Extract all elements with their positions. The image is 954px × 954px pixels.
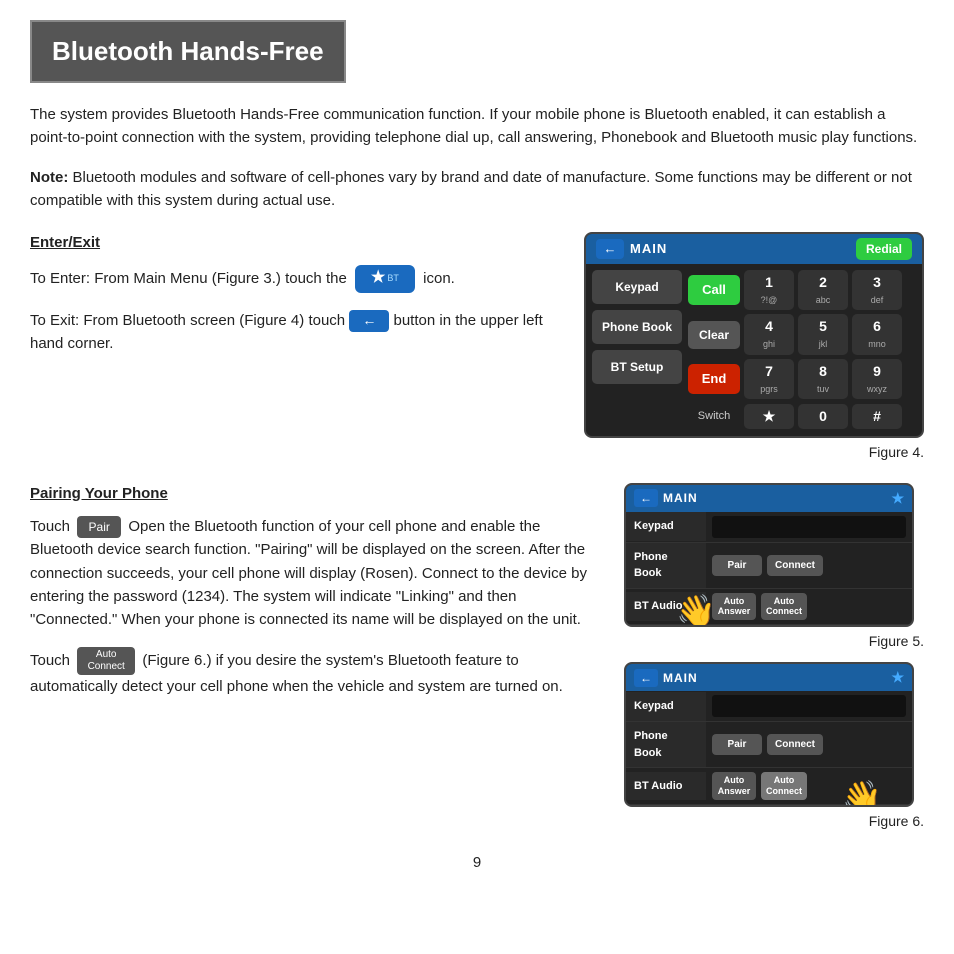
fig6-keypad-label: Keypad: [626, 692, 706, 721]
fig4-clear-btn[interactable]: Clear: [688, 321, 740, 349]
pairing-text: Touch Pair Open the Bluetooth function o…: [30, 515, 604, 631]
fig4-key-star[interactable]: ★: [744, 404, 794, 429]
exit-text1: To Exit: From Bluetooth screen (Figure 4…: [30, 312, 345, 329]
figure6-screen: ← MAIN ★ Keypad Phone Book: [624, 662, 914, 807]
fig5-back-arrow: ←: [634, 489, 658, 507]
fig4-key-hash[interactable]: #: [852, 404, 902, 429]
fig5-phonebook-row: Phone Book Pair Connect: [626, 543, 912, 589]
fig4-main-label: MAIN: [630, 239, 667, 259]
note-text: Bluetooth modules and software of cell-p…: [30, 169, 912, 209]
fig5-phonebook-content: Pair Connect: [706, 551, 912, 580]
fig5-keypad-label: Keypad: [626, 512, 706, 541]
fig4-key3[interactable]: 3def: [852, 270, 902, 310]
fig6-main-label: MAIN: [663, 669, 698, 687]
enter-text: To Enter: From Main Menu (Figure 3.) tou…: [30, 265, 564, 293]
fig4-key0[interactable]: 0: [798, 404, 848, 429]
fig4-btsetup-btn[interactable]: BT Setup: [592, 350, 682, 384]
fig4-key1[interactable]: 1?!@: [744, 270, 794, 310]
note-para: Note: Bluetooth modules and software of …: [30, 166, 924, 213]
fig4-topbar: ← MAIN Redial: [586, 234, 922, 264]
fig4-row2: Clear 4ghi 5jkl 6mno: [688, 314, 916, 354]
fig4-key7[interactable]: 7pgrs: [744, 359, 794, 399]
fig4-key2[interactable]: 2abc: [798, 270, 848, 310]
pairing-text1: Touch: [30, 518, 70, 535]
fig6-connect-btn[interactable]: Connect: [767, 734, 823, 755]
bt-icon-button: ★ BT: [355, 265, 415, 293]
autoconnect-text: Touch AutoConnect (Figure 6.) if you des…: [30, 647, 604, 698]
fig4-key9[interactable]: 9wxyz: [852, 359, 902, 399]
bt-label: BT: [387, 272, 399, 286]
fig6-pair-btn[interactable]: Pair: [712, 734, 762, 755]
fig5-btaudio-row: BT Audio AutoAnswer AutoConnect: [626, 589, 912, 626]
fig6-autoanswer-btn[interactable]: AutoAnswer: [712, 772, 756, 800]
fig4-switch-btn[interactable]: Switch: [688, 403, 740, 430]
fig6-keypad-content: [706, 691, 912, 721]
fig4-key8[interactable]: 8tuv: [798, 359, 848, 399]
fig4-key6[interactable]: 6mno: [852, 314, 902, 354]
fig6-keypad-row: Keypad: [626, 691, 912, 722]
fig4-left-buttons: Keypad Phone Book BT Setup: [592, 270, 682, 430]
fig5-bt-indicator: ★: [891, 488, 904, 509]
back-button-inline: ←: [349, 310, 389, 332]
fig4-caption: Figure 4.: [584, 442, 924, 463]
fig6-bt-indicator: ★: [891, 667, 904, 688]
enter-text2: icon.: [423, 269, 455, 286]
fig4-keypad-btn[interactable]: Keypad: [592, 270, 682, 304]
fig6-phonebook-row: Phone Book Pair Connect: [626, 722, 912, 768]
bluetooth-symbol: ★: [371, 266, 385, 291]
fig6-autoconnect-btn[interactable]: AutoConnect: [761, 772, 807, 800]
fig4-phonebook-btn[interactable]: Phone Book: [592, 310, 682, 344]
fig4-row1: Call 1?!@ 2abc 3def: [688, 270, 916, 310]
fig5-caption: Figure 5.: [624, 631, 924, 652]
figure5-screen: ← MAIN ★ Keypad Phone Book: [624, 483, 914, 628]
fig4-numpad: Call 1?!@ 2abc 3def Clear 4ghi 5jkl 6mno: [688, 270, 916, 430]
fig5-display: [712, 516, 906, 538]
fig5-autoconnect-btn[interactable]: AutoConnect: [761, 593, 807, 621]
fig5-hand-pointer: 👋: [676, 587, 716, 627]
fig4-body: Keypad Phone Book BT Setup Call 1?!@ 2ab…: [586, 264, 922, 436]
fig6-phonebook-label: Phone Book: [626, 722, 706, 767]
autoconnect-btn-inline[interactable]: AutoConnect: [77, 647, 135, 675]
fig5-keypad-row: Keypad: [626, 512, 912, 543]
exit-text: To Exit: From Bluetooth screen (Figure 4…: [30, 309, 564, 356]
fig5-btaudio-content: AutoAnswer AutoConnect: [706, 589, 912, 625]
fig5-body: Keypad Phone Book Pair Connect: [626, 512, 912, 626]
page-title: Bluetooth Hands-Free: [30, 20, 346, 83]
fig4-back-arrow: ←: [596, 239, 624, 259]
fig5-topbar: ← MAIN ★: [626, 485, 912, 512]
fig6-back-arrow: ←: [634, 669, 658, 687]
fig6-btaudio-label: BT Audio: [626, 772, 706, 801]
fig4-key4[interactable]: 4ghi: [744, 314, 794, 354]
pair-btn-inline[interactable]: Pair: [77, 516, 121, 538]
fig4-end-btn[interactable]: End: [688, 364, 740, 394]
note-label: Note:: [30, 169, 68, 186]
fig6-phonebook-content: Pair Connect: [706, 730, 912, 759]
fig5-phonebook-label: Phone Book: [626, 543, 706, 588]
fig5-pair-btn[interactable]: Pair: [712, 555, 762, 576]
fig6-hand-pointer: 👋: [842, 773, 882, 807]
fig5-autoanswer-btn[interactable]: AutoAnswer: [712, 593, 756, 621]
figure4-screen: ← MAIN Redial Keypad Phone Book BT Setup…: [584, 232, 924, 438]
fig5-keypad-content: [706, 512, 912, 542]
fig4-key5[interactable]: 5jkl: [798, 314, 848, 354]
fig6-display: [712, 695, 906, 717]
pairing-text3: Touch: [30, 652, 70, 669]
enter-exit-heading: Enter/Exit: [30, 232, 564, 255]
fig6-topbar: ← MAIN ★: [626, 664, 912, 691]
page-number: 9: [30, 852, 924, 875]
fig6-caption: Figure 6.: [624, 811, 924, 832]
intro-para1: The system provides Bluetooth Hands-Free…: [30, 103, 924, 150]
fig4-row3: End 7pgrs 8tuv 9wxyz: [688, 359, 916, 399]
fig4-row4: Switch ★ 0 #: [688, 403, 916, 430]
pairing-heading: Pairing Your Phone: [30, 483, 604, 506]
fig5-main-label: MAIN: [663, 489, 698, 507]
fig4-call-btn[interactable]: Call: [688, 275, 740, 305]
fig5-connect-btn[interactable]: Connect: [767, 555, 823, 576]
fig4-redial-btn: Redial: [856, 238, 912, 260]
enter-text1: To Enter: From Main Menu (Figure 3.) tou…: [30, 269, 347, 286]
